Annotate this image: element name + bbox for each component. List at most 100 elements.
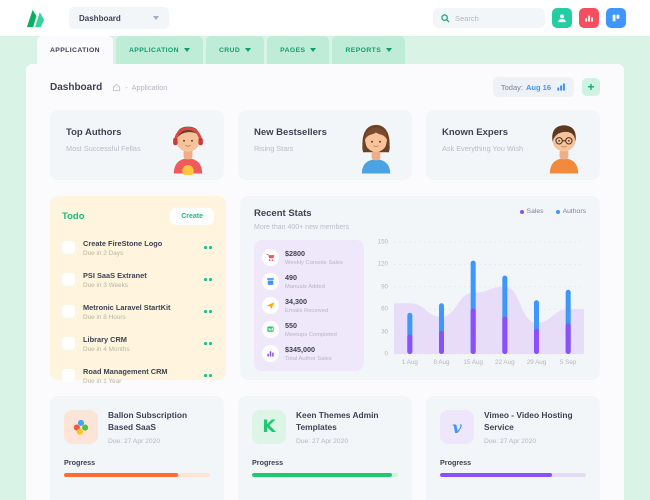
stats-button[interactable] bbox=[579, 8, 599, 28]
todo-item-title: PSI SaaS Extranet bbox=[83, 271, 202, 280]
stat-value: $2800 bbox=[285, 249, 343, 258]
project-card-keen[interactable]: K Keen Themes Admin Templates Due: 27 Ap… bbox=[238, 396, 412, 500]
stat-label: Manuals Added bbox=[285, 284, 325, 290]
todo-item-options[interactable] bbox=[202, 308, 214, 315]
todo-item: Library CRM Due in 4 Months bbox=[62, 335, 214, 354]
todo-item-options[interactable] bbox=[202, 340, 214, 347]
chevron-down-icon bbox=[310, 48, 316, 52]
stat-item: 34,300 Emails Received bbox=[262, 297, 356, 314]
progress-label: Progress bbox=[440, 458, 586, 467]
today-chart-icon bbox=[556, 82, 566, 92]
progress-bar bbox=[252, 473, 398, 477]
box-icon bbox=[262, 273, 279, 290]
stats-summary-panel: $2800 Weekly Console Sales bbox=[254, 240, 364, 371]
board-icon bbox=[262, 321, 279, 338]
progress-label: Progress bbox=[64, 458, 210, 467]
tab-label: APPLICATION bbox=[50, 47, 100, 54]
progress-fill bbox=[252, 473, 392, 477]
tab-crud[interactable]: CRUD bbox=[206, 36, 264, 64]
search-box bbox=[433, 8, 545, 28]
app-logo[interactable] bbox=[24, 7, 47, 30]
keen-k-icon: K bbox=[252, 410, 286, 444]
user-button[interactable] bbox=[552, 8, 572, 28]
todo-checkbox[interactable] bbox=[62, 369, 75, 382]
card-top-authors[interactable]: Top Authors Most Successful Fellas bbox=[50, 110, 224, 180]
project-title: Vimeo - Video Hosting Service bbox=[484, 410, 586, 434]
breadcrumb: Dashboard - Application Today: Aug 16 bbox=[26, 64, 624, 98]
stat-item: $2800 Weekly Console Sales bbox=[262, 249, 356, 266]
todo-checkbox[interactable] bbox=[62, 273, 75, 286]
todo-item-due: Due in 8 Hours bbox=[83, 314, 202, 321]
tab-application-active[interactable]: APPLICATION bbox=[37, 36, 113, 64]
cart-icon bbox=[262, 249, 279, 266]
project-title: Keen Themes Admin Templates bbox=[296, 410, 398, 434]
todo-item-title: Create FireStone Logo bbox=[83, 239, 202, 248]
todo-item-options[interactable] bbox=[202, 276, 214, 283]
stat-value: 550 bbox=[285, 321, 337, 330]
today-date: Aug 16 bbox=[526, 83, 551, 92]
breadcrumb-item[interactable]: Application bbox=[132, 83, 168, 92]
todo-checkbox[interactable] bbox=[62, 337, 75, 350]
legend-authors[interactable]: Authors bbox=[556, 208, 586, 215]
tab-label: REPORTS bbox=[345, 47, 381, 54]
todo-item: Create FireStone Logo Due in 2 Days bbox=[62, 239, 214, 258]
todo-item-options[interactable] bbox=[202, 244, 214, 251]
todo-title: Todo bbox=[62, 211, 85, 222]
main-tabs: APPLICATION APPLICATION CRUD PAGES REPOR… bbox=[0, 36, 650, 64]
stat-label: Emails Received bbox=[285, 308, 328, 314]
vimeo-icon: v bbox=[440, 410, 474, 444]
tab-reports[interactable]: REPORTS bbox=[332, 36, 405, 64]
legend-label: Sales bbox=[527, 208, 544, 215]
add-button[interactable]: + bbox=[582, 78, 600, 96]
todo-checkbox[interactable] bbox=[62, 241, 75, 254]
stat-label: Weekly Console Sales bbox=[285, 260, 343, 266]
stat-item: 550 Meetups Completed bbox=[262, 321, 356, 338]
create-button[interactable]: Create bbox=[170, 208, 214, 225]
stat-value: 34,300 bbox=[285, 297, 328, 306]
todo-item-options[interactable] bbox=[202, 372, 214, 379]
dashboard-menu-select[interactable]: Dashboard bbox=[69, 7, 169, 29]
card-known-expers[interactable]: Known Expers Ask Everything You Wish bbox=[426, 110, 600, 180]
progress-bar bbox=[440, 473, 586, 477]
project-card-ballon[interactable]: Ballon Subscription Based SaaS Due: 27 A… bbox=[50, 396, 224, 500]
search-input[interactable] bbox=[455, 14, 537, 23]
recent-stats-title: Recent Stats bbox=[254, 208, 349, 219]
todo-checkbox[interactable] bbox=[62, 305, 75, 318]
card-new-bestsellers[interactable]: New Bestsellers Rising Stars bbox=[238, 110, 412, 180]
girl-avatar bbox=[353, 119, 399, 180]
progress-fill bbox=[440, 473, 552, 477]
layout-button[interactable] bbox=[606, 8, 626, 28]
todo-item-title: Library CRM bbox=[83, 335, 202, 344]
tab-application-dropdown[interactable]: APPLICATION bbox=[116, 36, 203, 64]
chart-area: 0306090120150 1 Aug8 Aug15 Aug22 Aug29 A… bbox=[372, 240, 586, 372]
stat-item: 490 Manuals Added bbox=[262, 273, 356, 290]
todo-item-title: Road Management CRM bbox=[83, 367, 202, 376]
todo-item: Road Management CRM Due in 1 Year bbox=[62, 367, 214, 386]
recent-stats-chart[interactable]: 1 Aug8 Aug15 Aug22 Aug29 Aug5 Sep bbox=[394, 242, 584, 354]
stat-value: 490 bbox=[285, 273, 325, 282]
columns-icon bbox=[611, 13, 621, 23]
legend-label: Authors bbox=[563, 208, 586, 215]
tab-label: CRUD bbox=[219, 47, 240, 54]
authors-legend-dot bbox=[556, 210, 560, 214]
todo-item-title: Metronic Laravel StartKit bbox=[83, 303, 202, 312]
todo-item-due: Due in 3 Weeks bbox=[83, 282, 202, 289]
chevron-down-icon bbox=[245, 48, 251, 52]
page-title: Dashboard bbox=[50, 82, 102, 93]
search-icon bbox=[441, 14, 450, 23]
content-panel: Dashboard - Application Today: Aug 16 bbox=[26, 64, 624, 500]
todo-item-due: Due in 2 Days bbox=[83, 250, 202, 257]
project-due: Due: 27 Apr 2020 bbox=[484, 438, 586, 445]
boy-headphones-avatar bbox=[165, 119, 211, 180]
today-date-chip[interactable]: Today: Aug 16 bbox=[493, 77, 574, 97]
project-card-vimeo[interactable]: v Vimeo - Video Hosting Service Due: 27 … bbox=[426, 396, 600, 500]
legend-sales[interactable]: Sales bbox=[520, 208, 544, 215]
tab-pages[interactable]: PAGES bbox=[267, 36, 329, 64]
project-title: Ballon Subscription Based SaaS bbox=[108, 410, 210, 434]
todo-item: PSI SaaS Extranet Due in 3 Weeks bbox=[62, 271, 214, 290]
todo-card: Todo Create Create FireStone Logo Due in… bbox=[50, 196, 226, 380]
chevron-down-icon bbox=[184, 48, 190, 52]
dashboard-menu-label: Dashboard bbox=[79, 14, 121, 23]
projects-row: Ballon Subscription Based SaaS Due: 27 A… bbox=[26, 380, 624, 500]
home-icon[interactable] bbox=[112, 83, 121, 92]
